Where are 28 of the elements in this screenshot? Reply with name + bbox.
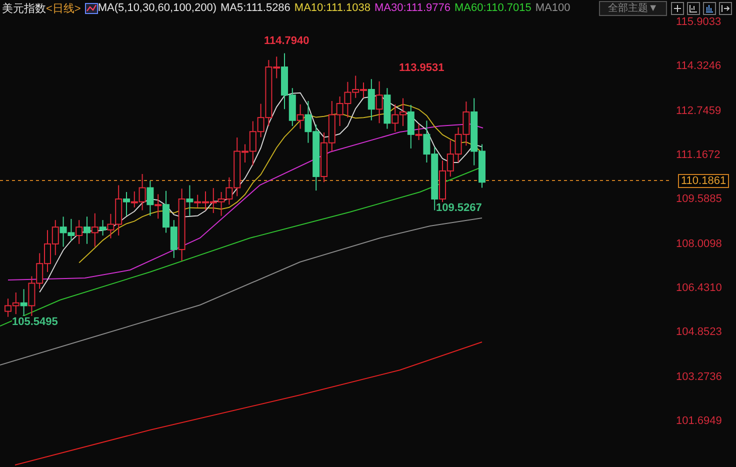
period-label[interactable]: <日线> xyxy=(46,0,81,16)
axis-label: 109.5885 xyxy=(675,193,723,206)
price-annotation: 113.9531 xyxy=(399,62,444,74)
legend-value: MA60:110.7015 xyxy=(454,2,532,14)
axis-label: 108.0098 xyxy=(675,238,723,250)
legend-value: MA5:111.5286 xyxy=(220,2,290,14)
price-annotation: 105.5495 xyxy=(12,316,58,328)
bar-chart-icon[interactable] xyxy=(703,2,716,14)
axis-label: 101.6949 xyxy=(675,414,723,427)
axis-label: 106.4310 xyxy=(675,282,723,294)
axis-label: 103.2736 xyxy=(675,370,723,383)
axis-label: 112.7459 xyxy=(675,104,722,117)
axis-label: 114.3246 xyxy=(675,60,722,72)
current-price-label: 110.1861 xyxy=(678,174,730,188)
theme-dropdown[interactable]: 全部主题▼ xyxy=(599,0,667,16)
legend-value: MA10:111.1038 xyxy=(294,2,370,14)
chart-icon[interactable] xyxy=(687,2,700,14)
legend-value: MA30:111.9776 xyxy=(374,2,451,14)
line-chart-icon[interactable] xyxy=(84,2,98,14)
axis-label: 115.9033 xyxy=(675,16,722,28)
legend-value: MA100 xyxy=(535,2,570,14)
indicator-label: MA(5,10,30,60,100,200) xyxy=(98,2,216,14)
axis-label: 111.1672 xyxy=(675,148,722,161)
price-annotation: 109.5267 xyxy=(436,202,482,214)
instrument-title: 美元指数 xyxy=(2,2,46,16)
expand-icon[interactable] xyxy=(719,2,732,14)
price-annotation: 114.7940 xyxy=(264,35,310,47)
axis-label: 104.8523 xyxy=(675,326,723,338)
